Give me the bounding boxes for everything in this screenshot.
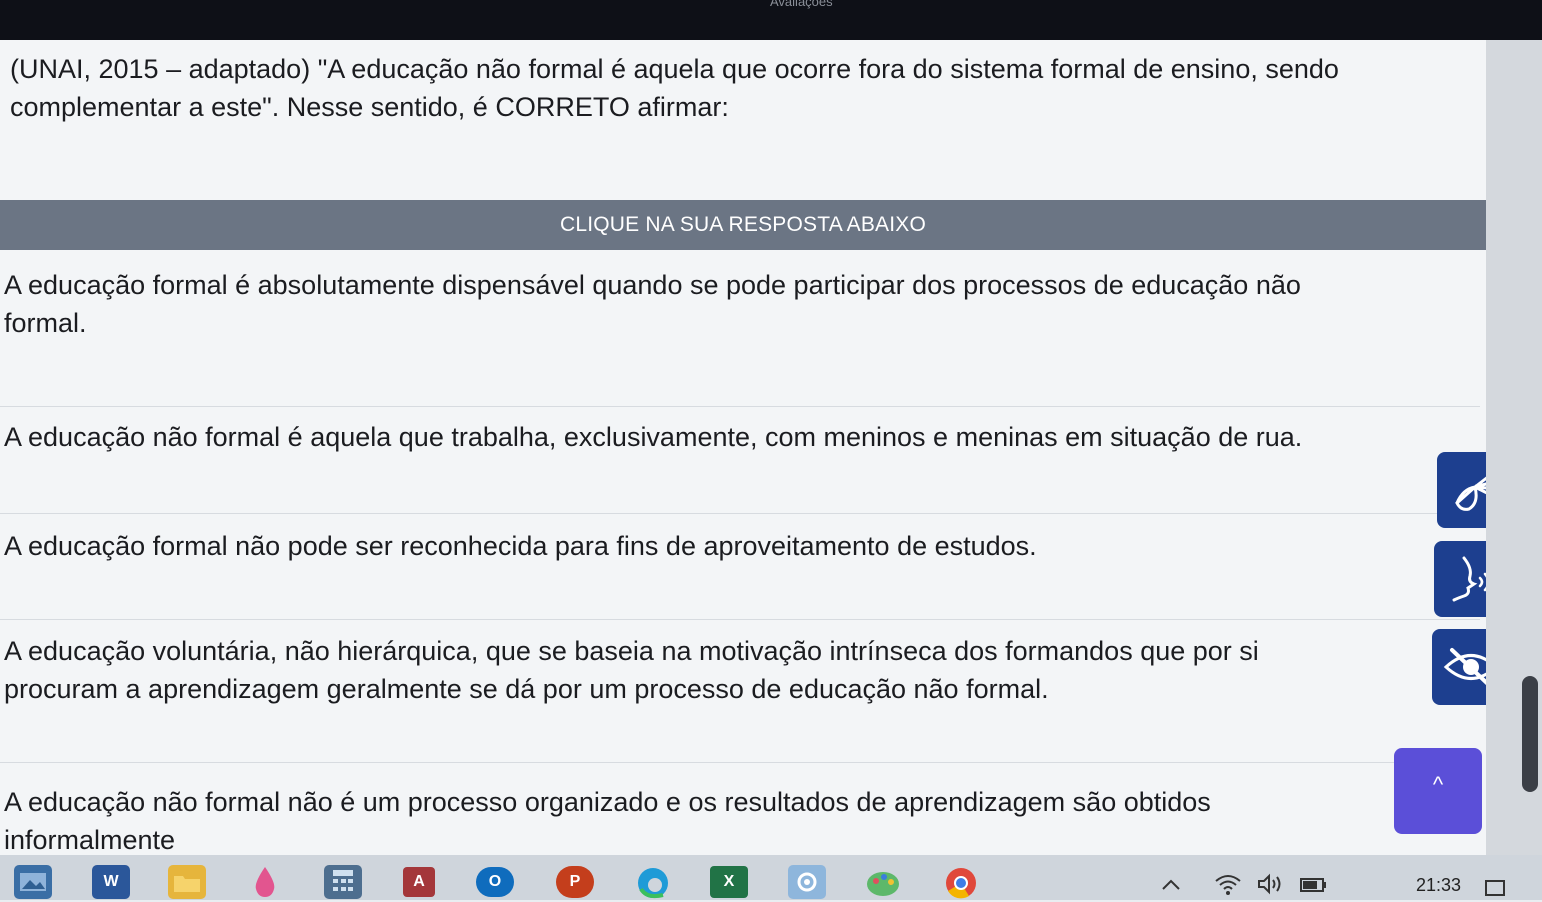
scroll-to-top-button[interactable]: ^	[1394, 748, 1482, 834]
answer-option-label: A educação formal é absolutamente dispen…	[4, 270, 1301, 338]
answer-option-e[interactable]: A educação não formal não é um processo …	[0, 783, 1480, 853]
answer-option-b[interactable]: A educação não formal é aquela que traba…	[0, 418, 1480, 514]
excel-app-letter: X	[710, 866, 748, 898]
wifi-icon[interactable]	[1214, 873, 1242, 900]
file-explorer-icon[interactable]	[168, 865, 206, 899]
art-app-icon[interactable]	[864, 865, 902, 899]
excel-app-icon[interactable]: X	[710, 865, 748, 899]
chevron-up-tray-icon[interactable]	[1160, 877, 1182, 896]
answer-option-label: A educação não formal é aquela que traba…	[4, 422, 1303, 452]
notification-icon[interactable]	[1484, 879, 1506, 902]
paint-app-icon[interactable]	[246, 865, 284, 899]
word-app-icon[interactable]: W	[92, 865, 130, 899]
answer-option-label: A educação voluntária, não hierárquica, …	[4, 636, 1259, 704]
access-app-icon[interactable]: A	[400, 865, 438, 899]
battery-icon[interactable]	[1298, 873, 1328, 900]
answer-option-label: A educação não formal não é um processo …	[4, 787, 1211, 853]
chrome-browser-icon[interactable]	[942, 865, 980, 899]
question-text: (UNAI, 2015 – adaptado) "A educação não …	[10, 54, 1339, 122]
answer-option-c[interactable]: A educação formal não pode ser reconheci…	[0, 527, 1480, 620]
taskbar-clock[interactable]: 21:33	[1416, 875, 1461, 896]
chevron-up-icon: ^	[1432, 772, 1444, 797]
scrollbar-thumb[interactable]	[1522, 676, 1538, 792]
photos-app-icon[interactable]	[14, 865, 52, 899]
calculator-app-icon[interactable]	[324, 865, 362, 899]
outlook-app-icon[interactable]: O	[476, 865, 514, 899]
volume-icon[interactable]	[1256, 873, 1284, 900]
taskbar: W A O P X 21:33	[0, 855, 1542, 900]
outlook-app-letter: O	[476, 867, 514, 897]
powerpoint-app-letter: P	[556, 866, 594, 898]
access-app-letter: A	[403, 867, 435, 897]
settings-app-icon[interactable]	[788, 865, 826, 899]
answer-option-label: A educação formal não pode ser reconheci…	[4, 531, 1037, 561]
word-app-letter: W	[92, 865, 130, 899]
powerpoint-app-icon[interactable]: P	[556, 865, 594, 899]
answer-option-a[interactable]: A educação formal é absolutamente dispen…	[0, 266, 1480, 407]
answer-header: CLIQUE NA SUA RESPOSTA ABAIXO	[0, 200, 1486, 250]
window-title: Avaliações	[770, 0, 833, 9]
edge-browser-icon[interactable]	[634, 865, 672, 899]
answer-option-d[interactable]: A educação voluntária, não hierárquica, …	[0, 632, 1480, 763]
